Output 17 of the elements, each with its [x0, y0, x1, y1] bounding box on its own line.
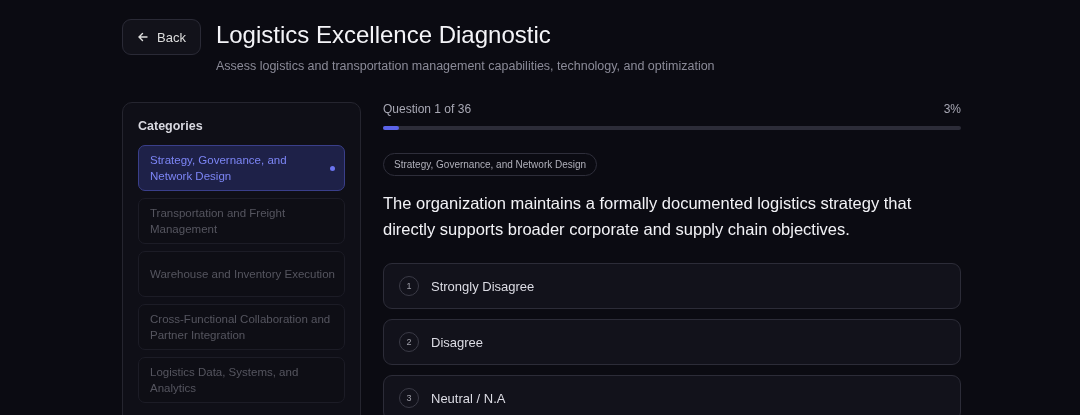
- answer-option[interactable]: 1 Strongly Disagree: [383, 263, 961, 309]
- active-dot-icon: [330, 165, 335, 171]
- arrow-left-icon: [137, 31, 149, 43]
- back-button[interactable]: Back: [122, 19, 201, 55]
- category-item[interactable]: Cross-Functional Collaboration and Partner Integration: [138, 304, 345, 350]
- categories-title: Categories: [138, 119, 204, 133]
- answer-option[interactable]: 2 Disagree: [383, 319, 961, 365]
- page-title: Logistics Excellence Diagnostic: [215, 20, 552, 50]
- category-item[interactable]: Logistics Data, Systems, and Analytics: [138, 357, 345, 403]
- page-subtitle: Assess logistics and transportation management capabilities, technology, and optimization: [215, 59, 715, 73]
- category-item[interactable]: Strategy, Governance, and Network Design: [138, 145, 345, 191]
- category-item[interactable]: Transportation and Freight Management: [138, 198, 345, 244]
- category-item[interactable]: Warehouse and Inventory Execution: [138, 251, 345, 297]
- answer-option[interactable]: 3 Neutral / N.A: [383, 375, 961, 415]
- question-counter: Question 1 of 36: [383, 102, 472, 116]
- progress-percent: 3%: [943, 102, 961, 116]
- question-text: The organization maintains a formally documented logistics strategy that directly supports broader corporate and supply chain objectives.: [383, 193, 913, 240]
